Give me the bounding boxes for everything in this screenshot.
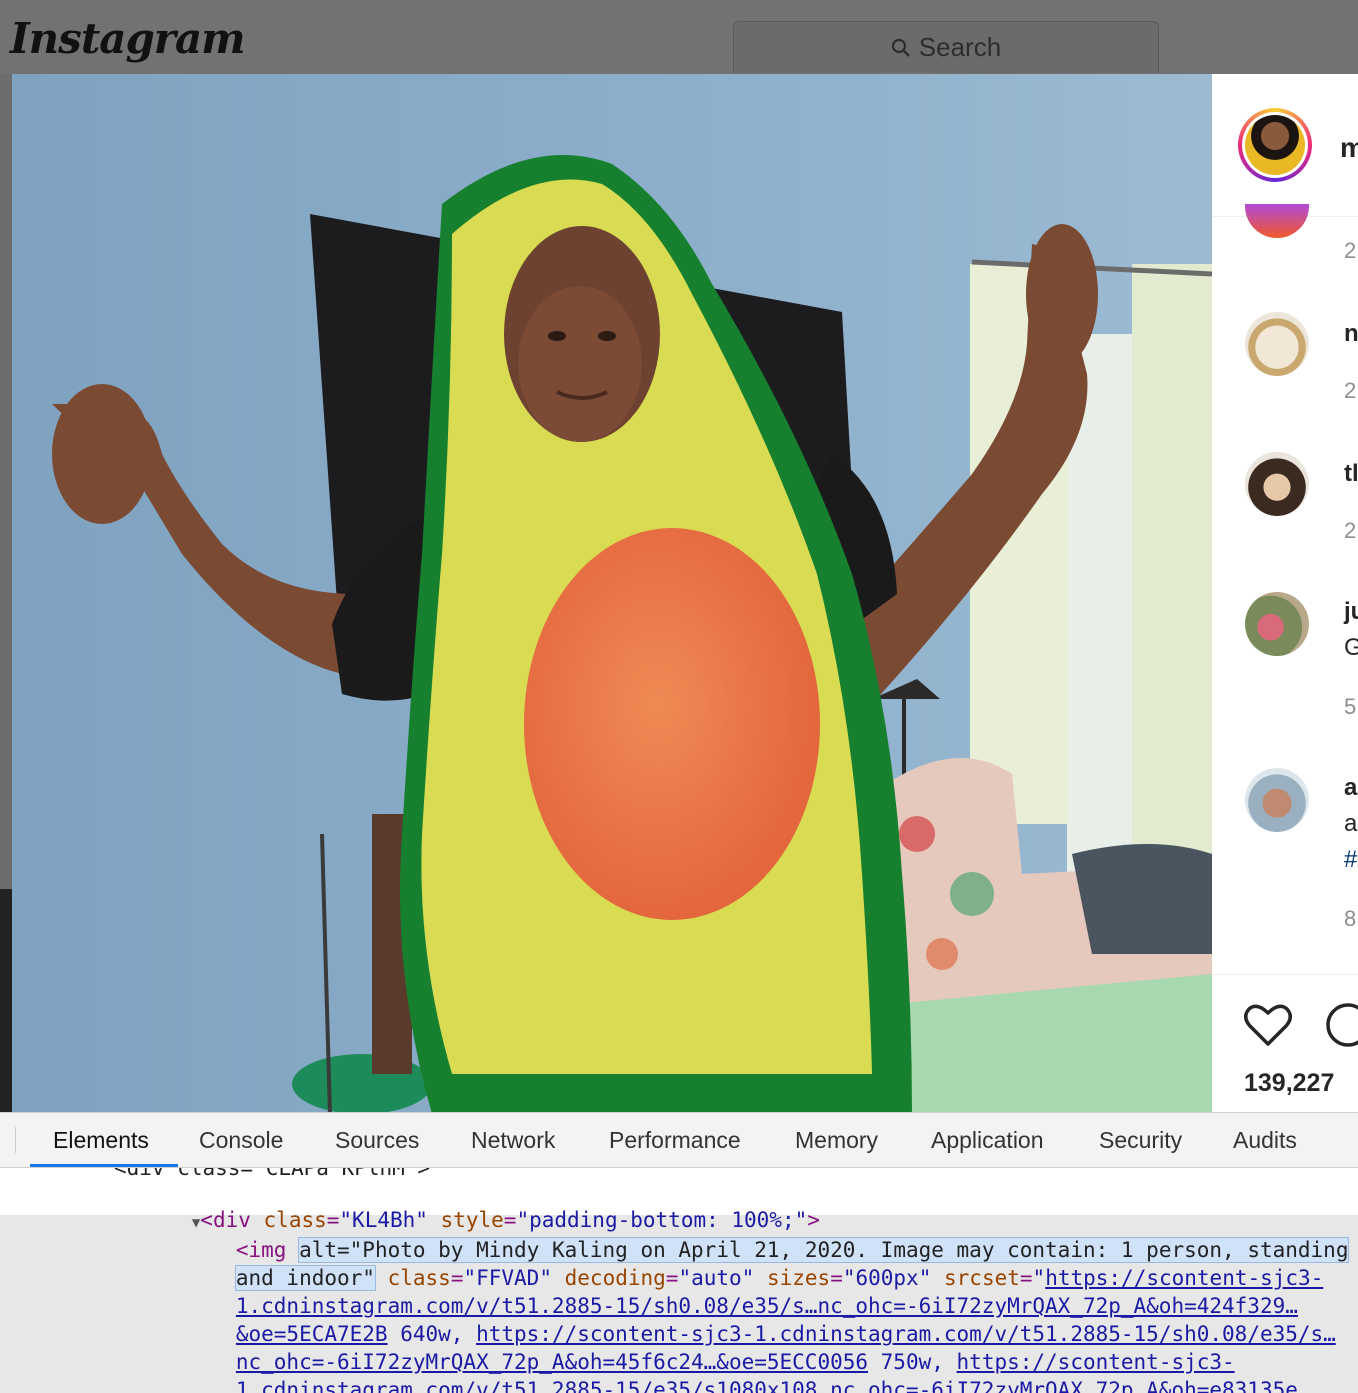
search-placeholder: Search (918, 32, 1002, 62)
background-feed-edge (0, 74, 12, 1114)
post-header: m (1212, 74, 1358, 217)
tab-console[interactable]: Console (199, 1127, 283, 1154)
author-avatar[interactable] (1238, 108, 1312, 182)
comment-time: 2 (1344, 518, 1357, 543)
post-side-panel: m 2 n 2 tl 2 ju G 5 a a # 8 139,227 (1212, 74, 1358, 1114)
tab-memory[interactable]: Memory (795, 1127, 878, 1154)
instagram-logo[interactable]: Instagram (10, 14, 246, 63)
comment-time: 8 (1344, 906, 1357, 931)
search-box[interactable]: Search (733, 21, 1159, 73)
comment-icon[interactable] (1324, 1001, 1358, 1049)
tab-application[interactable]: Application (931, 1127, 1044, 1154)
comment-time: 2 (1344, 238, 1357, 263)
srcset-link[interactable]: 1.cdninstagram.com/v/t51.2885-15/e35/s10… (236, 1378, 1311, 1393)
comment-username[interactable]: ju (1344, 598, 1358, 626)
comment-avatar[interactable] (1245, 768, 1309, 832)
tab-security[interactable]: Security (1099, 1127, 1182, 1154)
dom-node-srcset: 1.cdninstagram.com/v/t51.2885-15/e35/s10… (160, 1354, 1311, 1393)
like-count[interactable]: 139,227 (1244, 1069, 1334, 1098)
tab-sources[interactable]: Sources (335, 1127, 419, 1154)
dom-tree: <div class="CLAPa KPlhM"> ▼<div class="K… (0, 1168, 1358, 1393)
comment-avatar[interactable] (1245, 204, 1309, 238)
comment-hashtag[interactable]: # (1344, 846, 1357, 874)
author-username[interactable]: m (1340, 132, 1358, 164)
post-actions: 139,227 (1212, 974, 1358, 1114)
comment-avatar[interactable] (1245, 452, 1309, 516)
tab-network[interactable]: Network (471, 1127, 555, 1154)
comment-time: 2 (1344, 378, 1357, 403)
comment-username[interactable]: tl (1344, 460, 1358, 488)
comment-avatar[interactable] (1245, 592, 1309, 656)
comment-text: G (1344, 634, 1358, 661)
tab-elements[interactable]: Elements (53, 1127, 149, 1154)
devtools-panel: Elements Console Sources Network Perform… (0, 1112, 1358, 1393)
comment-username[interactable]: a (1344, 774, 1357, 802)
tab-performance[interactable]: Performance (609, 1127, 741, 1154)
comment-text: a (1344, 810, 1358, 837)
search-icon (891, 38, 910, 57)
dom-node-parent[interactable]: <div class="CLAPa KPlhM"> (114, 1168, 430, 1180)
comment-username[interactable]: n (1344, 320, 1358, 348)
comment-avatar[interactable] (1245, 312, 1309, 376)
post-photo[interactable] (12, 74, 1212, 1114)
active-tab-indicator (30, 1164, 178, 1167)
tab-audits[interactable]: Audits (1233, 1127, 1297, 1154)
post-image (12, 74, 1212, 1114)
heart-icon[interactable] (1244, 1003, 1292, 1047)
devtools-tab-bar: Elements Console Sources Network Perform… (0, 1113, 1358, 1168)
comment-time: 5 (1344, 694, 1357, 719)
top-navigation-bar: Instagram Search (0, 0, 1358, 74)
